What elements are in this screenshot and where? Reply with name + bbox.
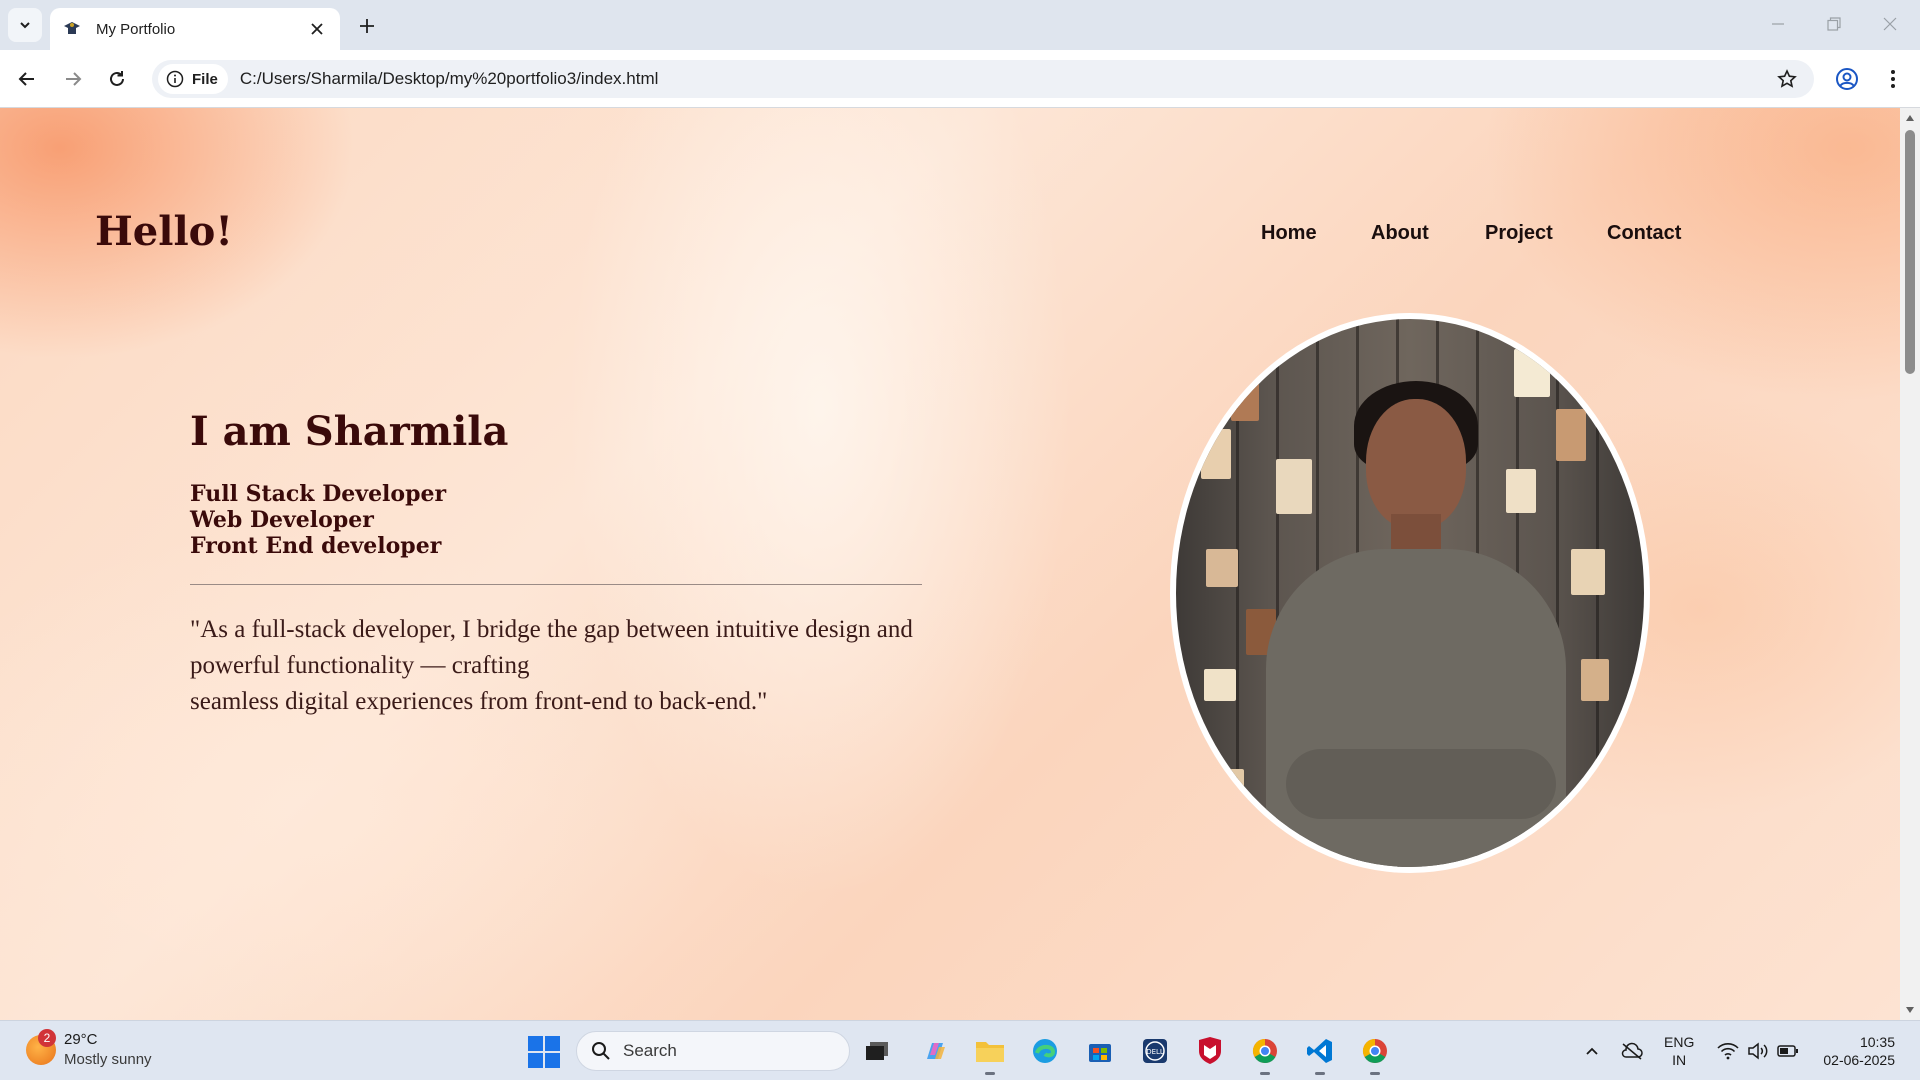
tab-title: My Portfolio <box>96 20 176 38</box>
forward-button[interactable] <box>56 62 90 96</box>
scroll-down-arrow-icon[interactable] <box>1904 1004 1916 1016</box>
role-line: Full Stack Developer <box>190 481 447 507</box>
scroll-up-arrow-icon[interactable] <box>1904 112 1916 124</box>
language-indicator[interactable]: ENG IN <box>1664 1033 1694 1069</box>
copilot-icon[interactable] <box>918 1034 952 1068</box>
hero-heading: I am Sharmila <box>190 408 509 455</box>
clock-time: 10:35 <box>1859 1034 1895 1050</box>
start-button[interactable] <box>528 1036 560 1068</box>
cloud-offline-icon[interactable] <box>1620 1039 1644 1063</box>
task-view-icon[interactable] <box>860 1034 894 1068</box>
system-clock[interactable]: 10:35 02-06-2025 <box>1815 1033 1895 1069</box>
search-placeholder: Search <box>623 1041 677 1060</box>
more-vert-icon <box>1891 70 1895 88</box>
chrome-icon[interactable] <box>1248 1034 1282 1075</box>
nav-project-link[interactable]: Project <box>1485 222 1553 245</box>
restore-button[interactable] <box>1812 8 1856 40</box>
tab-my-portfolio[interactable]: My Portfolio <box>50 8 340 50</box>
site-info-chip[interactable]: File <box>158 64 228 94</box>
back-button[interactable] <box>10 62 44 96</box>
page-viewport: Hello! Home About Project Contact I am S… <box>0 108 1900 1020</box>
battery-icon[interactable] <box>1776 1039 1800 1063</box>
profile-photo <box>1176 319 1644 867</box>
dell-icon[interactable]: DELL <box>1138 1034 1172 1068</box>
arrow-left-icon <box>18 72 34 86</box>
close-icon <box>1883 17 1897 31</box>
chrome-icon[interactable] <box>1358 1034 1392 1075</box>
role-line: Front End developer <box>190 533 442 559</box>
windows-taskbar: 2 29°C Mostly sunny Search DELL ENG IN 1… <box>0 1020 1920 1080</box>
lang-region: IN <box>1672 1052 1687 1068</box>
plus-icon <box>360 19 374 33</box>
close-window-button[interactable] <box>1868 8 1912 40</box>
chevron-up-icon[interactable] <box>1580 1039 1604 1063</box>
profile-photo-frame <box>1170 313 1650 873</box>
tab-strip: My Portfolio <box>0 0 1920 50</box>
intro-quote: "As a full-stack developer, I bridge the… <box>190 612 950 720</box>
wifi-icon[interactable] <box>1716 1039 1740 1063</box>
nav-contact-link[interactable]: Contact <box>1607 222 1681 245</box>
chevron-down-icon <box>20 22 30 29</box>
account-icon <box>1836 68 1858 90</box>
quote-line: powerful functionality — crafting <box>190 652 530 679</box>
restore-icon <box>1827 17 1841 31</box>
notification-badge: 2 <box>38 1029 56 1047</box>
bookmark-star-button[interactable] <box>1774 66 1800 92</box>
address-bar[interactable]: File C:/Users/Sharmila/Desktop/my%20port… <box>152 60 1814 98</box>
file-explorer-icon[interactable] <box>973 1034 1007 1075</box>
mcafee-icon[interactable] <box>1193 1034 1227 1068</box>
url-text[interactable]: C:/Users/Sharmila/Desktop/my%20portfolio… <box>240 69 659 89</box>
windows-logo-icon <box>528 1036 543 1051</box>
arrow-right-icon <box>66 72 82 86</box>
reload-button[interactable] <box>100 62 134 96</box>
menu-button[interactable] <box>1876 62 1910 96</box>
page-scrollbar[interactable] <box>1900 108 1920 1020</box>
nav-home-link[interactable]: Home <box>1261 222 1317 245</box>
minimize-icon <box>1772 23 1784 25</box>
info-icon <box>166 70 184 88</box>
search-icon <box>592 1042 610 1060</box>
edge-icon[interactable] <box>1028 1034 1062 1068</box>
close-icon[interactable] <box>306 18 328 40</box>
star-icon <box>1777 69 1797 88</box>
tab-search-button[interactable] <box>8 8 42 42</box>
weather-description[interactable]: Mostly sunny <box>64 1051 152 1068</box>
reload-icon <box>110 71 124 86</box>
site-chip-label: File <box>192 70 218 88</box>
role-line: Web Developer <box>190 507 374 533</box>
scroll-thumb[interactable] <box>1905 130 1915 374</box>
new-tab-button[interactable] <box>352 11 382 41</box>
volume-icon[interactable] <box>1746 1039 1770 1063</box>
graduation-cap-icon <box>62 19 82 39</box>
quote-line: seamless digital experiences from front-… <box>190 688 768 715</box>
minimize-button[interactable] <box>1756 8 1800 40</box>
weather-temperature[interactable]: 29°C <box>64 1031 98 1048</box>
site-brand: Hello! <box>95 208 233 255</box>
lang-code: ENG <box>1664 1034 1695 1050</box>
section-divider <box>190 584 922 585</box>
taskbar-search[interactable]: Search <box>576 1031 850 1071</box>
svg-text:DELL: DELL <box>1146 1048 1164 1056</box>
profile-button[interactable] <box>1830 62 1864 96</box>
nav-about-link[interactable]: About <box>1371 222 1429 245</box>
store-icon[interactable] <box>1083 1034 1117 1068</box>
browser-toolbar: File C:/Users/Sharmila/Desktop/my%20port… <box>0 50 1920 108</box>
quote-line: "As a full-stack developer, I bridge the… <box>190 616 913 643</box>
clock-date: 02-06-2025 <box>1823 1052 1895 1068</box>
vscode-icon[interactable] <box>1303 1034 1337 1075</box>
